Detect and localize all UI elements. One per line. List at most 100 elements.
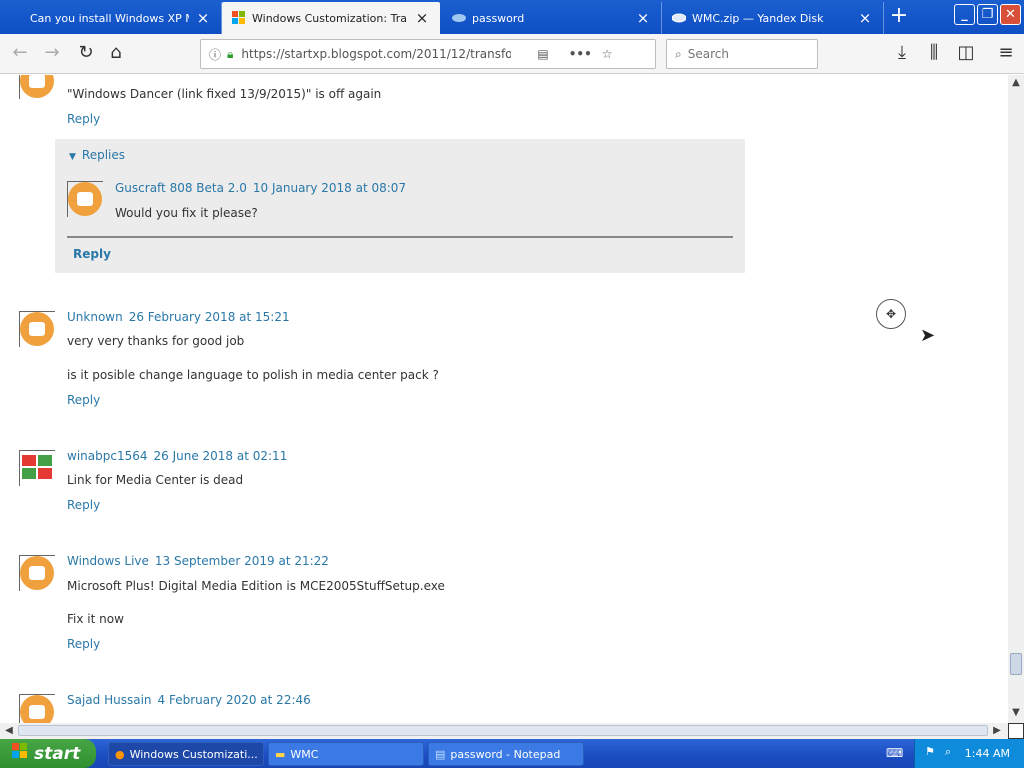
comment-date[interactable]: 4 February 2020 at 22:46 <box>158 693 311 707</box>
search-input[interactable] <box>687 47 798 61</box>
menu-icon[interactable]: ≡ <box>994 42 1018 66</box>
info-icon[interactable]: ⓘ <box>209 46 221 63</box>
minimize-button[interactable]: _ <box>954 4 975 25</box>
avatar[interactable] <box>19 311 55 347</box>
bookmark-star-icon[interactable]: ☆ <box>602 47 613 61</box>
url-text[interactable]: https://startxp.blogspot.com/2011/12/tra… <box>241 47 511 61</box>
search-tray-icon[interactable]: ⌕ <box>945 745 951 759</box>
comment-date[interactable]: 26 June 2018 at 02:11 <box>153 449 287 463</box>
clock[interactable]: 1:44 AM <box>965 747 1010 760</box>
close-icon[interactable]: × <box>195 9 211 27</box>
comment-text: "Windows Dancer (link fixed 13/9/2015)" … <box>67 87 382 101</box>
avatar[interactable] <box>19 694 55 723</box>
reply-link[interactable]: Reply <box>73 247 111 261</box>
yandex-disk-icon <box>671 11 687 25</box>
reader-view-icon[interactable]: ▤ <box>537 47 548 61</box>
tab-2[interactable]: Windows Customization: Transfor × <box>222 2 440 34</box>
close-window-button[interactable]: ✕ <box>1000 4 1021 25</box>
reply-link[interactable]: Reply <box>67 393 100 407</box>
comment-author: Windows Live 13 September 2019 at 21:22 <box>67 554 329 568</box>
replies-thread: ▼ Replies Guscraft 808 Beta 2.0 10 January… <box>55 139 745 273</box>
reply-link[interactable]: Reply <box>67 112 100 126</box>
page-actions-icon[interactable]: ••• <box>569 47 592 61</box>
firefox-icon: ● <box>115 747 125 761</box>
start-label: start <box>34 743 81 764</box>
close-icon[interactable]: × <box>857 9 873 27</box>
avatar[interactable] <box>19 555 55 591</box>
author-name[interactable]: Guscraft 808 Beta 2.0 <box>115 181 247 195</box>
tab-title: Can you install Windows XP Media <box>30 11 189 25</box>
blogger-icon <box>20 695 54 723</box>
sidebar-icon[interactable]: ◫ <box>954 42 978 66</box>
avatar[interactable] <box>19 75 55 99</box>
scroll-left-icon[interactable]: ◀ <box>2 724 16 738</box>
replies-label: Replies <box>81 148 126 162</box>
taskbar-item-notepad[interactable]: ▤ password - Notepad <box>428 742 584 766</box>
keyboard-icon[interactable]: ⌨ <box>886 746 903 760</box>
blogger-icon <box>20 312 54 346</box>
scroll-thumb[interactable] <box>1010 653 1022 675</box>
reply-link[interactable]: Reply <box>67 498 100 512</box>
forward-button[interactable]: → <box>40 42 64 66</box>
reload-button[interactable]: ↻ <box>74 42 98 66</box>
author-name[interactable]: winabpc1564 <box>67 449 147 463</box>
comment-text: Microsoft Plus! Digital Media Edition is… <box>67 579 445 593</box>
avatar[interactable] <box>67 181 103 217</box>
network-icon[interactable]: ⚑ <box>925 745 935 758</box>
tab-title: password <box>472 11 525 25</box>
mouse-cursor-icon: ➤ <box>920 325 936 346</box>
author-name[interactable]: Unknown <box>67 310 123 324</box>
home-button[interactable]: ⌂ <box>104 42 128 66</box>
tab-1[interactable]: Can you install Windows XP Media × <box>0 2 222 34</box>
windows-flag-icon <box>12 743 28 764</box>
comment-text: Link for Media Center is dead <box>67 473 244 487</box>
search-box[interactable]: ⌕ <box>666 39 818 69</box>
scroll-right-icon[interactable]: ▶ <box>990 724 1004 738</box>
new-tab-button[interactable]: + <box>884 2 914 32</box>
scroll-up-icon[interactable]: ▲ <box>1009 76 1023 90</box>
autoscroll-icon: ✥ <box>876 299 906 329</box>
triangle-down-icon: ▼ <box>69 152 76 162</box>
system-tray: ⚑ ⌕ 1:44 AM <box>914 739 1024 768</box>
task-label: WMC <box>290 747 319 761</box>
notepad-icon: ▤ <box>435 747 446 761</box>
taskbar: start ● Windows Customizati... ▬ WMC ▤ p… <box>0 739 1024 768</box>
replies-toggle[interactable]: ▼ Replies <box>69 148 125 162</box>
search-icon: ⌕ <box>675 46 682 61</box>
folder-icon: ▬ <box>275 747 286 761</box>
close-icon[interactable]: × <box>635 9 651 27</box>
comment-date[interactable]: 10 January 2018 at 08:07 <box>253 181 406 195</box>
library-icon[interactable]: ⫼ <box>922 42 946 66</box>
reply-link[interactable]: Reply <box>67 637 100 651</box>
address-bar[interactable]: ⓘ 🔒︎ https://startxp.blogspot.com/2011/1… <box>200 39 656 69</box>
comment-text: Would you fix it please? <box>115 206 258 220</box>
close-icon[interactable]: × <box>414 9 430 27</box>
blogger-icon <box>20 556 54 590</box>
maximize-button[interactable]: ❐ <box>977 4 998 25</box>
comment-date[interactable]: 13 September 2019 at 21:22 <box>155 554 329 568</box>
tab-4[interactable]: WMC.zip — Yandex Disk × <box>662 2 884 34</box>
scroll-down-icon[interactable]: ▼ <box>1009 706 1023 720</box>
comment-author: Sajad Hussain 4 February 2020 at 22:46 <box>67 693 311 707</box>
start-button[interactable]: start <box>0 739 96 768</box>
hscroll-thumb[interactable] <box>18 725 988 736</box>
scroll-corner <box>1008 723 1024 739</box>
downloads-icon[interactable]: ⤓ <box>890 42 914 66</box>
windows-logo-icon <box>22 455 52 479</box>
comment-author: Unknown 26 February 2018 at 15:21 <box>67 310 290 324</box>
back-button[interactable]: ← <box>8 42 32 66</box>
author-name[interactable]: Windows Live <box>67 554 149 568</box>
tab-title: Windows Customization: Transfor <box>252 11 408 25</box>
avatar[interactable] <box>19 450 55 486</box>
windows-flag-icon <box>232 11 246 25</box>
tab-strip: Can you install Windows XP Media × Windo… <box>0 0 1024 34</box>
author-name[interactable]: Sajad Hussain <box>67 693 152 707</box>
tab-3[interactable]: password × <box>442 2 662 34</box>
taskbar-item-firefox[interactable]: ● Windows Customizati... <box>108 742 264 766</box>
comment-text: Fix it now <box>67 612 124 626</box>
blogger-icon <box>68 182 102 216</box>
vertical-scrollbar[interactable]: ▲ ▼ <box>1008 75 1024 723</box>
comment-date[interactable]: 26 February 2018 at 15:21 <box>129 310 290 324</box>
horizontal-scrollbar[interactable]: ◀ ▶ <box>0 723 1008 739</box>
taskbar-item-wmc[interactable]: ▬ WMC <box>268 742 424 766</box>
